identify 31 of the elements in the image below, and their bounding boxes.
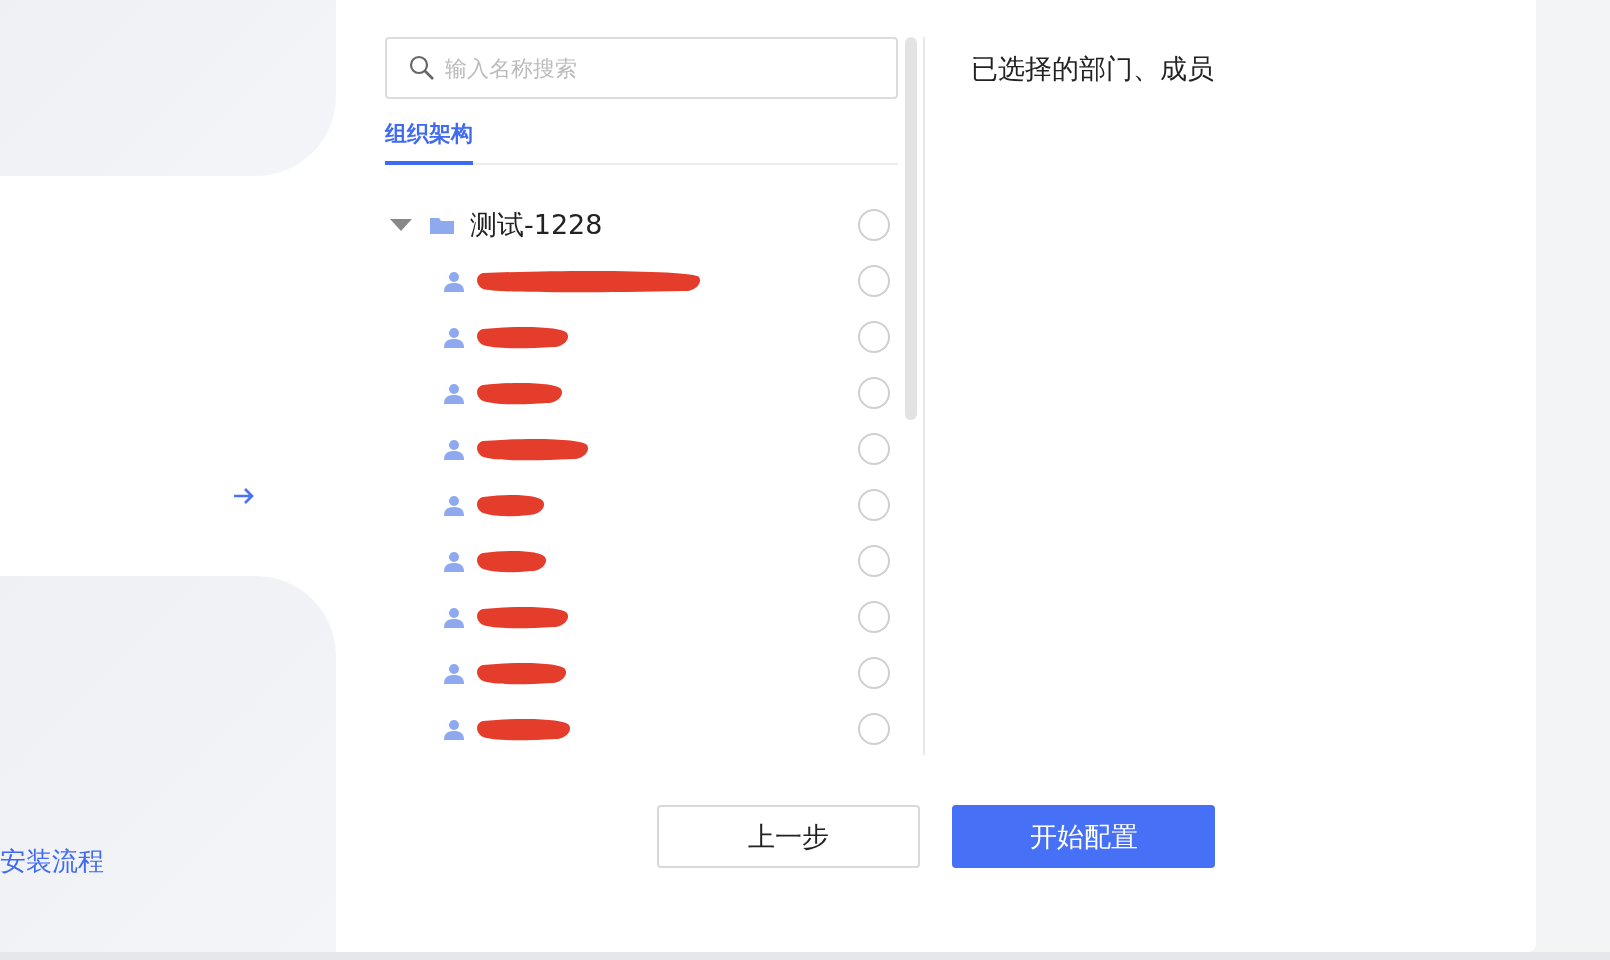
person-icon bbox=[443, 494, 465, 516]
search-icon bbox=[409, 55, 435, 81]
checkbox[interactable] bbox=[858, 377, 890, 409]
checkbox[interactable] bbox=[858, 209, 890, 241]
checkbox[interactable] bbox=[858, 657, 890, 689]
install-guide-link[interactable]: 安装流程 bbox=[0, 844, 104, 879]
person-icon bbox=[443, 550, 465, 572]
checkbox[interactable] bbox=[858, 265, 890, 297]
person-icon bbox=[443, 438, 465, 460]
caret-down-icon[interactable] bbox=[390, 219, 412, 231]
arrow-right-icon bbox=[232, 486, 256, 506]
checkbox[interactable] bbox=[858, 545, 890, 577]
person-icon bbox=[443, 606, 465, 628]
person-icon bbox=[443, 270, 465, 292]
department-name: 测试-1228 bbox=[470, 208, 604, 242]
back-button[interactable]: 上一步 bbox=[657, 805, 920, 868]
person-icon bbox=[443, 382, 465, 404]
checkbox[interactable] bbox=[858, 713, 890, 745]
panel-title: 已选择的部门、成员 bbox=[971, 52, 1214, 86]
scrollbar[interactable] bbox=[905, 37, 917, 420]
folder-icon bbox=[430, 216, 454, 234]
tab[interactable]: 组织架构 bbox=[385, 119, 473, 165]
person-icon bbox=[443, 326, 465, 348]
checkbox[interactable] bbox=[858, 433, 890, 465]
checkbox[interactable] bbox=[858, 489, 890, 521]
person-icon bbox=[443, 662, 465, 684]
checkbox[interactable] bbox=[858, 321, 890, 353]
person-icon bbox=[443, 718, 465, 740]
search-field[interactable]: 输入名称搜索 bbox=[385, 37, 898, 99]
start-button[interactable]: 开始配置 bbox=[952, 805, 1215, 868]
checkbox[interactable] bbox=[858, 601, 890, 633]
